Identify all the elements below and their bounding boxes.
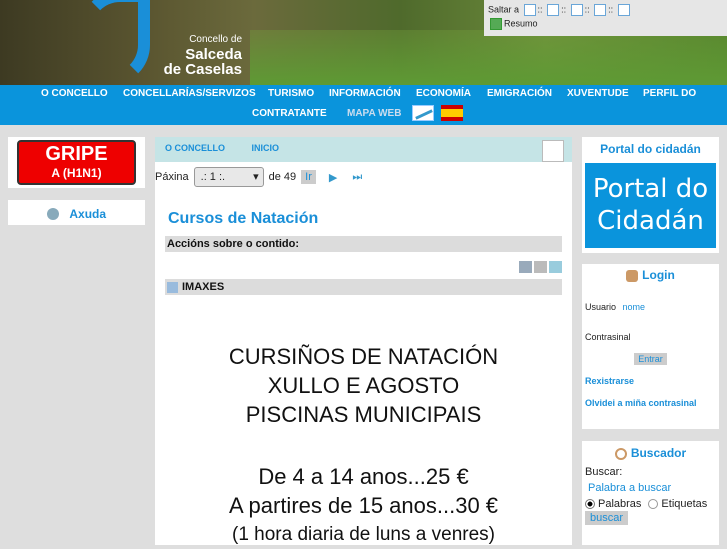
breadcrumb: O CONCELLO INICIO xyxy=(155,137,572,164)
nav-o-concello[interactable]: O CONCELLO xyxy=(41,88,108,99)
flu-line2: A (H1N1) xyxy=(51,166,102,180)
password-label: Contrasinal xyxy=(585,332,631,342)
sep: :: xyxy=(561,4,567,15)
flu-banner[interactable]: GRIPE A (H1N1) xyxy=(17,140,136,185)
next-page-icon[interactable]: ▶ xyxy=(329,171,337,184)
page-count: de 49 xyxy=(268,171,297,183)
header-photo xyxy=(250,30,727,85)
images-header: IMAXES xyxy=(165,279,562,295)
pager: Páxina .: 1 :. ▾ de 49 Ir ▶ ⏭ xyxy=(155,164,572,190)
citizen-portal-box: Portal do cidadán Portal do Cidadán xyxy=(582,137,719,253)
main-nav: O CONCELLO CONCELLARÍAS/SERVIZOS TURISMO… xyxy=(0,85,727,125)
logo-line: Concello de xyxy=(189,34,242,45)
skip-to-bar: Saltar a :: :: :: :: Resumo xyxy=(484,0,727,36)
login-icon xyxy=(626,269,639,282)
portal-title[interactable]: Portal do cidadán xyxy=(582,137,719,163)
search-button[interactable]: buscar xyxy=(585,511,629,525)
search-input[interactable]: Palabra a buscar xyxy=(588,482,716,494)
go-button[interactable]: Ir xyxy=(301,170,316,184)
flu-line1: GRIPE xyxy=(45,143,108,165)
content-icon[interactable] xyxy=(523,4,536,16)
page-select[interactable]: .: 1 :. ▾ xyxy=(193,167,264,187)
summary-icon xyxy=(490,18,502,30)
sep: :: xyxy=(584,4,590,15)
poster-line: De 4 a 14 anos...25 € xyxy=(258,464,469,489)
action-icons xyxy=(155,252,572,279)
radio-tags[interactable] xyxy=(648,499,659,509)
breadcrumb-inicio[interactable]: INICIO xyxy=(252,143,280,153)
pdf-icon[interactable] xyxy=(519,261,532,273)
email-icon[interactable] xyxy=(549,261,562,273)
logo-text[interactable]: Concello de Salceda de Caselas xyxy=(160,32,242,77)
breadcrumb-o-concello[interactable]: O CONCELLO xyxy=(165,143,225,153)
login-box: Login Usuario nome Contrasinal Entrar Re… xyxy=(582,264,719,429)
nav-concellarias[interactable]: CONCELLARÍAS/SERVIZOS xyxy=(123,88,256,99)
user-label: Usuario xyxy=(585,302,617,312)
spanish-flag-icon[interactable] xyxy=(441,105,463,121)
search-title: Buscador xyxy=(630,446,687,460)
nav-informacion[interactable]: INFORMACIÓN xyxy=(329,88,401,99)
help-link[interactable]: Axuda xyxy=(69,207,106,221)
galician-flag-icon[interactable] xyxy=(412,105,434,121)
help-icon xyxy=(46,207,59,220)
login-title: Login xyxy=(642,268,675,282)
page-value: .: 1 :. xyxy=(200,171,226,183)
actions-header: Accións sobre o contido: xyxy=(165,236,562,252)
poster-line: XULLO E AGOSTO xyxy=(267,373,460,398)
sep: :: xyxy=(537,4,543,15)
portal-banner[interactable]: Portal do Cidadán xyxy=(585,163,716,248)
forgot-password-link[interactable]: Olvidei a miña contrasinal xyxy=(585,398,716,408)
images-icon xyxy=(167,281,178,293)
search-icon[interactable] xyxy=(570,4,583,16)
portal-banner-line: Portal do xyxy=(592,174,709,204)
nav-economia[interactable]: ECONOMÍA xyxy=(416,88,471,99)
header-banner: Concello de Salceda de Caselas Saltar a … xyxy=(0,0,727,85)
nav-emigracion[interactable]: EMIGRACIÓN xyxy=(487,88,552,99)
user-input[interactable]: nome xyxy=(623,302,646,312)
nav-mapa-web[interactable]: MAPA WEB xyxy=(347,108,401,119)
logo-line: de Caselas xyxy=(163,61,242,78)
page-label: Páxina xyxy=(155,171,189,183)
poster-line: CURSIÑOS DE NATACIÓN xyxy=(228,344,499,369)
nav-contratante[interactable]: CONTRATANTE xyxy=(252,108,327,119)
portal-banner-line: Cidadán xyxy=(597,206,704,236)
print-icon[interactable] xyxy=(534,261,547,273)
last-page-icon[interactable]: ⏭ xyxy=(352,171,362,184)
login-button[interactable]: Entrar xyxy=(634,353,667,365)
poster-line: PISCINAS MUNICIPAIS xyxy=(245,402,482,427)
register-link[interactable]: Rexistrarse xyxy=(585,376,716,386)
logo-line: Salceda xyxy=(185,46,242,63)
main-content: O CONCELLO INICIO Páxina .: 1 :. ▾ de 49 … xyxy=(155,137,572,545)
contact-icon[interactable] xyxy=(617,4,630,16)
summary-link[interactable]: Resumo xyxy=(504,18,538,28)
nav-turismo[interactable]: TURISMO xyxy=(268,88,314,99)
flu-banner-box[interactable]: GRIPE A (H1N1) xyxy=(8,137,145,188)
search-box: Buscador Buscar: Palabra a buscar Palabr… xyxy=(582,441,719,545)
nav-xuventude[interactable]: XUVENTUDE xyxy=(567,88,629,99)
images-label: IMAXES xyxy=(182,281,225,293)
nav-perfil[interactable]: PERFIL DO xyxy=(643,88,696,99)
radio-words[interactable] xyxy=(585,499,595,509)
magnifier-icon xyxy=(614,447,627,460)
user-icon[interactable] xyxy=(594,4,607,16)
sep: :: xyxy=(608,4,614,15)
search-label: Buscar: xyxy=(585,466,623,478)
radio-words-label: Palabras xyxy=(598,498,642,510)
help-box[interactable]: Axuda xyxy=(8,200,145,225)
sitemap-icon[interactable] xyxy=(547,4,560,16)
radio-tags-label: Etiquetas xyxy=(661,498,708,510)
chevron-down-icon: ▾ xyxy=(253,171,259,183)
logo-mark[interactable] xyxy=(80,0,150,85)
article-title: Cursos de Natación xyxy=(168,210,319,227)
skip-label: Saltar a xyxy=(488,4,520,15)
poster-line: A partires de 15 anos...30 € xyxy=(228,493,499,518)
poster-image: CURSIÑOS DE NATACIÓN XULLO E AGOSTO PISC… xyxy=(155,309,572,549)
print-icon[interactable] xyxy=(542,140,564,162)
